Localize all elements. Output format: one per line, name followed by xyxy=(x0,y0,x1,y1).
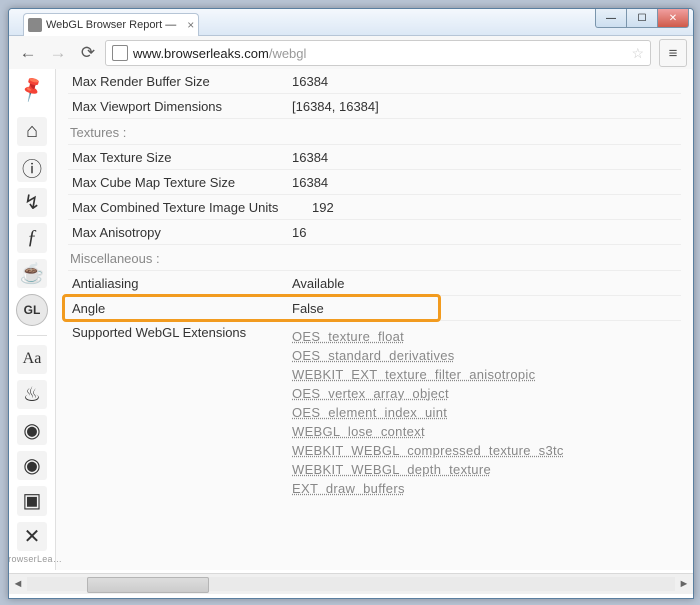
value: [16384, 16384] xyxy=(292,99,681,114)
extension-link[interactable]: WEBKIT WEBGL compressed texture s3tc xyxy=(292,443,681,458)
nav-info[interactable]: ⓘ xyxy=(17,152,47,181)
extension-link[interactable]: WEBGL lose context xyxy=(292,424,681,439)
brand-label: BrowserLea… xyxy=(9,554,62,564)
horizontal-scrollbar[interactable]: ◄ ► xyxy=(9,573,693,594)
favicon-icon xyxy=(28,18,42,32)
label: Max Cube Map Texture Size xyxy=(68,175,292,190)
label: Max Anisotropy xyxy=(68,225,292,240)
row-extensions: Supported WebGL Extensions OES texture f… xyxy=(68,321,681,500)
nav-tools[interactable]: ✕ xyxy=(17,522,47,551)
url-path: /webgl xyxy=(269,46,307,61)
reload-button[interactable]: ⟳ xyxy=(75,40,101,66)
scroll-track[interactable] xyxy=(27,577,675,591)
extension-list: OES texture float OES standard derivative… xyxy=(292,325,681,500)
row-antialiasing: Antialiasing Available xyxy=(68,271,681,296)
row-max-texture: Max Texture Size 16384 xyxy=(68,145,681,170)
label: Antialiasing xyxy=(68,276,292,291)
minimize-button[interactable]: — xyxy=(595,9,627,28)
extension-link[interactable]: OES vertex array object xyxy=(292,386,681,401)
row-max-cube: Max Cube Map Texture Size 16384 xyxy=(68,170,681,195)
value: 16384 xyxy=(292,74,681,89)
value: 192 xyxy=(312,200,681,215)
nav-geo[interactable]: ◉ xyxy=(17,415,47,444)
nav-flash[interactable]: ƒ xyxy=(17,223,47,252)
browser-window: WebGL Browser Report — × — ☐ ✕ ← → ⟳ www… xyxy=(8,8,694,599)
sidebar: 📌 ⌂ ⓘ ↯ ƒ ☕ GL Aa ♨ ◉ ◉ ▣ ✕ BrowserLea… xyxy=(9,69,56,570)
nav-flame[interactable]: ♨ xyxy=(17,380,47,409)
label: Angle xyxy=(68,301,292,316)
nav-java[interactable]: ☕ xyxy=(17,259,47,288)
row-max-aniso: Max Anisotropy 16 xyxy=(68,220,681,245)
extension-link[interactable]: OES texture float xyxy=(292,329,681,344)
window-controls: — ☐ ✕ xyxy=(596,9,689,28)
section-textures: Textures : xyxy=(68,121,681,145)
forward-button: → xyxy=(45,40,71,66)
value: 16384 xyxy=(292,175,681,190)
nav-home[interactable]: ⌂ xyxy=(17,117,47,146)
page-content: 📌 ⌂ ⓘ ↯ ƒ ☕ GL Aa ♨ ◉ ◉ ▣ ✕ BrowserLea… … xyxy=(9,69,693,570)
extension-link[interactable]: WEBKIT WEBGL depth texture xyxy=(292,462,681,477)
row-max-combined: Max Combined Texture Image Units 192 xyxy=(68,195,681,220)
bookmark-icon[interactable]: ☆ xyxy=(631,45,644,62)
value: False xyxy=(292,301,681,316)
scroll-left-icon[interactable]: ◄ xyxy=(9,575,27,593)
toolbar: ← → ⟳ www.browserleaks.com/webgl ☆ ≡ xyxy=(9,36,693,71)
close-window-button[interactable]: ✕ xyxy=(657,9,689,28)
titlebar: WebGL Browser Report — × — ☐ ✕ xyxy=(9,9,693,36)
browser-tab[interactable]: WebGL Browser Report — × xyxy=(23,13,199,36)
sidebar-separator xyxy=(17,335,47,336)
label: Max Viewport Dimensions xyxy=(68,99,292,114)
label: Max Render Buffer Size xyxy=(68,74,292,89)
back-button[interactable]: ← xyxy=(15,40,41,66)
label: Supported WebGL Extensions xyxy=(68,325,292,340)
url-host: www.browserleaks.com xyxy=(133,46,269,61)
label: Max Combined Texture Image Units xyxy=(68,200,312,215)
value: 16384 xyxy=(292,150,681,165)
scroll-thumb[interactable] xyxy=(87,577,209,593)
nav-image[interactable]: ▣ xyxy=(17,486,47,515)
extension-link[interactable]: EXT draw buffers xyxy=(292,481,681,496)
section-misc: Miscellaneous : xyxy=(68,247,681,271)
nav-fonts[interactable]: Aa xyxy=(17,345,47,374)
nav-eye[interactable]: ◉ xyxy=(17,451,47,480)
value: Available xyxy=(292,276,681,291)
row-angle: Angle False xyxy=(68,296,681,321)
row-max-viewport: Max Viewport Dimensions [16384, 16384] xyxy=(68,94,681,119)
extension-link[interactable]: OES element index uint xyxy=(292,405,681,420)
nav-webgl[interactable]: GL xyxy=(16,294,48,325)
row-max-render-buffer: Max Render Buffer Size 16384 xyxy=(68,69,681,94)
pin-icon[interactable]: 📌 xyxy=(17,75,47,104)
scroll-right-icon[interactable]: ► xyxy=(675,575,693,593)
url-bar[interactable]: www.browserleaks.com/webgl ☆ xyxy=(105,40,651,66)
label: Max Texture Size xyxy=(68,150,292,165)
extension-link[interactable]: WEBKIT EXT texture filter anisotropic xyxy=(292,367,681,382)
site-info-icon[interactable] xyxy=(112,45,128,61)
tab-title: WebGL Browser Report — xyxy=(46,14,176,36)
report-table: Max Render Buffer Size 16384 Max Viewpor… xyxy=(56,69,693,570)
nav-javascript[interactable]: ↯ xyxy=(17,188,47,217)
extension-link[interactable]: OES standard derivatives xyxy=(292,348,681,363)
maximize-button[interactable]: ☐ xyxy=(626,9,658,28)
menu-button[interactable]: ≡ xyxy=(659,39,687,67)
tab-close-icon[interactable]: × xyxy=(187,14,194,36)
value: 16 xyxy=(292,225,681,240)
